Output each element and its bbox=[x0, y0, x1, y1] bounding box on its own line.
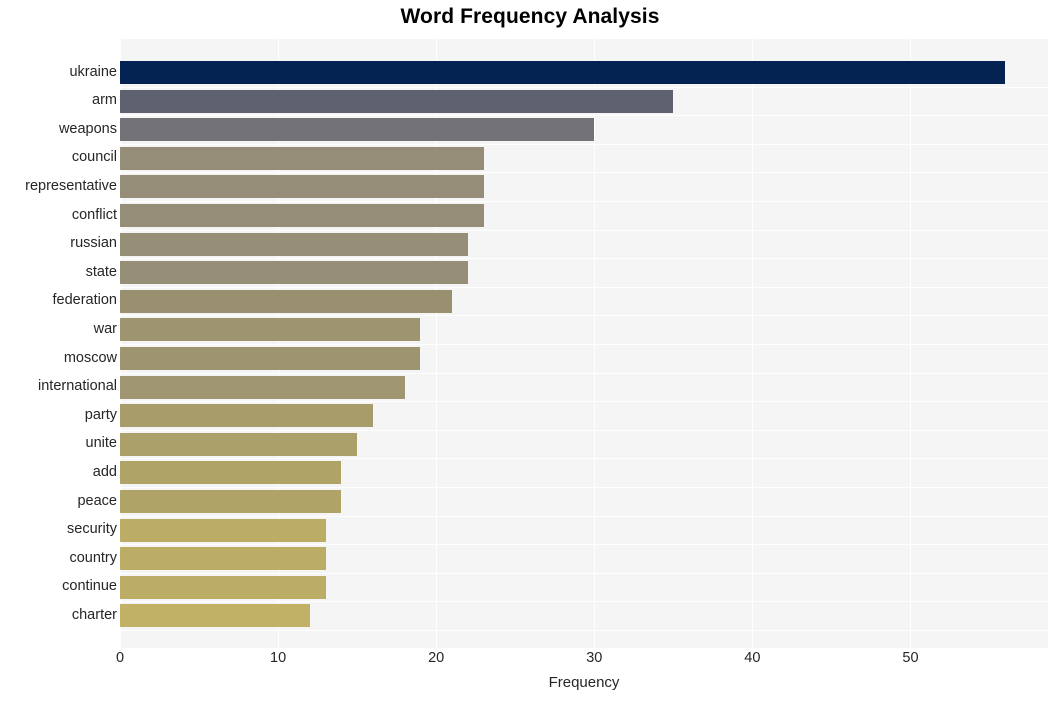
y-tick-label-peace: peace bbox=[77, 492, 117, 509]
y-tick-label-war: war bbox=[93, 320, 117, 337]
bar bbox=[120, 61, 1006, 84]
horizontal-gridline bbox=[120, 544, 1048, 545]
y-tick-label-arm: arm bbox=[92, 92, 117, 109]
horizontal-gridline bbox=[120, 601, 1048, 602]
y-tick-label-party: party bbox=[84, 406, 117, 423]
bar bbox=[120, 232, 468, 256]
vertical-gridline bbox=[594, 38, 596, 648]
vertical-gridline bbox=[752, 38, 754, 648]
horizontal-gridline bbox=[120, 87, 1048, 88]
vertical-gridline bbox=[910, 38, 912, 648]
bar bbox=[120, 318, 421, 342]
horizontal-gridline bbox=[120, 401, 1048, 402]
horizontal-gridline bbox=[120, 258, 1048, 259]
bar bbox=[120, 347, 421, 370]
y-tick-label-council: council bbox=[71, 149, 117, 166]
bar bbox=[120, 432, 358, 456]
bar bbox=[120, 204, 484, 227]
y-tick-label-country: country bbox=[69, 549, 117, 566]
horizontal-gridline bbox=[120, 458, 1048, 459]
horizontal-gridline bbox=[120, 430, 1048, 431]
y-tick-label-ukraine: ukraine bbox=[69, 63, 117, 80]
plot-area bbox=[120, 38, 1048, 648]
bar bbox=[120, 289, 452, 313]
y-tick-label-continue: continue bbox=[62, 578, 117, 595]
horizontal-gridline bbox=[120, 115, 1048, 116]
bar bbox=[120, 375, 405, 399]
horizontal-gridline bbox=[120, 287, 1048, 288]
y-tick-label-federation: federation bbox=[52, 292, 118, 309]
y-tick-label-charter: charter bbox=[71, 606, 117, 623]
bar bbox=[120, 261, 468, 285]
x-axis-tick-labels: 0 10 20 30 40 50 bbox=[0, 650, 1060, 674]
horizontal-gridline bbox=[120, 373, 1048, 374]
y-tick-label-russian: russian bbox=[70, 235, 117, 252]
bar bbox=[120, 146, 484, 170]
y-tick-label-security: security bbox=[67, 521, 117, 538]
bar bbox=[120, 89, 674, 113]
x-tick-label-0: 0 bbox=[115, 650, 125, 666]
bar bbox=[120, 604, 310, 628]
y-tick-label-unite: unite bbox=[85, 435, 117, 452]
bar bbox=[120, 547, 326, 571]
x-tick-label-50: 50 bbox=[902, 650, 919, 666]
horizontal-gridline bbox=[120, 487, 1048, 488]
y-axis-tick-labels: ukraine arm weapons council representative co… bbox=[0, 38, 117, 648]
horizontal-gridline bbox=[120, 38, 1048, 39]
horizontal-gridline bbox=[120, 315, 1048, 316]
y-tick-label-state: state bbox=[85, 263, 117, 280]
horizontal-gridline bbox=[120, 344, 1048, 345]
bar bbox=[120, 518, 326, 542]
x-axis-label: Frequency bbox=[548, 674, 620, 691]
bar bbox=[120, 175, 484, 199]
x-tick-label-30: 30 bbox=[586, 650, 603, 666]
horizontal-gridline bbox=[120, 573, 1048, 574]
horizontal-gridline bbox=[120, 172, 1048, 173]
chart-figure: Word Frequency Analysis ukraine arm weapon… bbox=[0, 0, 1060, 701]
horizontal-gridline bbox=[120, 630, 1048, 631]
y-tick-label-conflict: conflict bbox=[71, 206, 117, 223]
x-tick-label-20: 20 bbox=[428, 650, 445, 666]
y-tick-label-weapons: weapons bbox=[58, 120, 117, 137]
y-tick-label-add: add bbox=[92, 463, 117, 480]
y-tick-label-international: international bbox=[38, 378, 117, 395]
bar bbox=[120, 461, 342, 485]
bar bbox=[120, 575, 326, 599]
horizontal-gridline bbox=[120, 230, 1048, 231]
y-tick-label-moscow: moscow bbox=[63, 349, 117, 366]
bar bbox=[120, 404, 373, 428]
bar bbox=[120, 118, 595, 142]
x-tick-label-40: 40 bbox=[744, 650, 761, 666]
bar bbox=[120, 490, 342, 513]
horizontal-gridline bbox=[120, 516, 1048, 517]
x-tick-label-10: 10 bbox=[270, 650, 287, 666]
horizontal-gridline bbox=[120, 144, 1048, 145]
horizontal-gridline bbox=[120, 201, 1048, 202]
y-tick-label-representative: representative bbox=[25, 177, 117, 194]
chart-title: Word Frequency Analysis bbox=[400, 5, 660, 28]
